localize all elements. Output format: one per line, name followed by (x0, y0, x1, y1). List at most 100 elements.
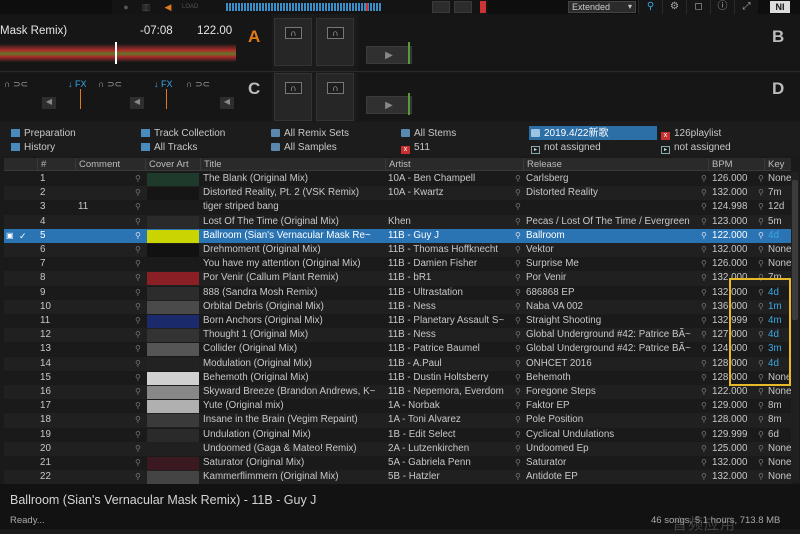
mail-icon[interactable] (432, 1, 450, 13)
magnifier-icon[interactable]: ⚲ (701, 428, 711, 442)
magnifier-icon[interactable]: ⚲ (515, 200, 525, 214)
load-icon[interactable]: LOAD (182, 2, 198, 12)
deck-c-loop-controls-right[interactable]: ∩ ⊃⊂ (186, 79, 210, 90)
magnifier-icon[interactable]: ⚲ (701, 385, 711, 399)
tree-item-history[interactable]: History (11, 141, 55, 154)
scrollbar-thumb[interactable] (792, 180, 798, 320)
magnifier-icon[interactable]: ⚲ (515, 470, 525, 484)
magnifier-icon[interactable]: ⚲ (135, 229, 145, 243)
magnifier-icon[interactable]: ⚲ (515, 413, 525, 427)
magnifier-icon[interactable]: ⚲ (758, 385, 768, 399)
table-row[interactable]: 7 ⚲ You have my attention (Original Mix) 11… (4, 257, 791, 272)
magnifier-icon[interactable]: ⚲ (758, 200, 768, 214)
deck-c-cue-button[interactable]: ∩ (274, 73, 312, 121)
tree-item-511[interactable]: x 511 (401, 141, 430, 154)
magnifier-icon[interactable]: ⚲ (701, 286, 711, 300)
deck-c-fader-1[interactable] (80, 89, 81, 109)
magnifier-icon[interactable]: ⚲ (701, 243, 711, 257)
magnifier-icon[interactable]: ⚲ (701, 271, 711, 285)
magnifier-icon[interactable]: ⚲ (701, 470, 711, 484)
table-row[interactable]: 21 ⚲ Saturator (Original Mix) 5A - Gabriela… (4, 456, 791, 470)
magnifier-icon[interactable]: ⚲ (701, 186, 711, 200)
deck-d-play-button[interactable]: ▶ (366, 96, 412, 114)
magnifier-icon[interactable]: ⚲ (701, 300, 711, 314)
magnifier-icon[interactable]: ⚲ (135, 470, 145, 484)
magnifier-icon[interactable]: ⚲ (135, 328, 145, 342)
magnifier-icon[interactable]: ⚲ (758, 257, 768, 271)
magnifier-icon[interactable]: ⚲ (758, 186, 768, 200)
display-icon[interactable]: ◻ (686, 0, 710, 14)
column-header-artist[interactable]: Artist (385, 158, 525, 171)
deck-c-fader-2[interactable] (166, 89, 167, 109)
magnifier-icon[interactable]: ⚲ (515, 456, 525, 470)
magnifier-icon[interactable]: ⚲ (515, 215, 525, 229)
magnifier-icon[interactable]: ⚲ (758, 456, 768, 470)
deck-a-cue-button[interactable]: ∩ (274, 18, 312, 66)
table-row[interactable]: 10 ⚲ Orbital Debris (Original Mix) 11B - Ne… (4, 299, 791, 314)
magnifier-icon[interactable]: ⚲ (701, 200, 711, 214)
volume-icon[interactable]: ◀ (162, 2, 174, 12)
magnifier-icon[interactable]: ⚲ (135, 257, 145, 271)
magnifier-icon[interactable]: ⚲ (515, 172, 525, 186)
magnifier-icon[interactable]: ⚲ (701, 257, 711, 271)
magnifier-icon[interactable]: ⚲ (515, 186, 525, 200)
magnifier-icon[interactable]: ⚲ (515, 357, 525, 371)
deck-c-mute-icon-3[interactable]: ◀ (220, 97, 234, 109)
deck-c-mute-icon[interactable]: ◀ (42, 97, 56, 109)
column-header-release[interactable]: Release (523, 158, 710, 171)
magnifier-icon[interactable]: ⚲ (515, 286, 525, 300)
track-table-scrollbar[interactable] (791, 172, 799, 482)
magnifier-icon[interactable]: ⚲ (701, 456, 711, 470)
table-row[interactable]: 1 ⚲ The Blank (Original Mix) 10A - Ben Cham… (4, 172, 791, 186)
magnifier-icon[interactable]: ⚲ (135, 271, 145, 285)
magnifier-icon[interactable]: ⚲ (515, 442, 525, 456)
record-icon[interactable]: ● (120, 2, 132, 12)
table-row[interactable]: 12 ⚲ Thought 1 (Original Mix) 11B - Ness ⚲ Gl… (4, 328, 791, 343)
table-row[interactable]: 17 ⚲ Yute (Original mix) 1A - Norbak ⚲ Faktor… (4, 399, 791, 414)
layout-select[interactable]: Extended ▾ (568, 1, 636, 13)
magnifier-icon[interactable]: ⚲ (135, 442, 145, 456)
magnifier-icon[interactable]: ⚲ (135, 200, 145, 214)
magnifier-icon[interactable]: ⚲ (515, 257, 525, 271)
magnifier-icon[interactable]: ⚲ (701, 328, 711, 342)
magnifier-icon[interactable]: ⚲ (515, 229, 525, 243)
magnifier-icon[interactable]: ⚲ (758, 428, 768, 442)
deck-c-loop-controls-left[interactable]: ∩ ⊃⊂ (4, 79, 28, 90)
magnifier-icon[interactable]: ⚲ (135, 300, 145, 314)
tree-item-not-assigned-1[interactable]: ▸ not assigned (531, 141, 601, 154)
table-row[interactable]: 2 ⚲ Distorted Reality, Pt. 2 (VSK Remix) 10… (4, 186, 791, 201)
magnifier-icon[interactable]: ⚲ (135, 399, 145, 413)
magnifier-icon[interactable]: ⚲ (701, 413, 711, 427)
magnifier-icon[interactable]: ⚲ (515, 342, 525, 356)
tree-item-not-assigned-2[interactable]: ▸ not assigned (661, 141, 731, 154)
magnifier-icon[interactable]: ⚲ (515, 371, 525, 385)
mixer-icon[interactable]: ▥ (140, 2, 152, 12)
magnifier-icon[interactable]: ⚲ (758, 172, 768, 186)
magnifier-icon[interactable]: ⚲ (135, 342, 145, 356)
magnifier-icon[interactable]: ⚲ (701, 215, 711, 229)
magnifier-icon[interactable]: ⚲ (135, 428, 145, 442)
table-row[interactable]: 6 ⚲ Drehmoment (Original Mix) 11B - Thomas … (4, 243, 791, 258)
table-row[interactable]: 3 11 ⚲ tiger striped bang ⚲ ⚲ 124.998 ⚲ 12d (4, 200, 791, 214)
tree-item-126playlist[interactable]: x 126playlist (661, 127, 721, 140)
magnifier-icon[interactable]: ⚲ (135, 371, 145, 385)
magnifier-icon[interactable]: ⚲ (515, 385, 525, 399)
magnifier-icon[interactable]: ⚲ (701, 371, 711, 385)
magnifier-icon[interactable]: ⚲ (515, 428, 525, 442)
magnifier-icon[interactable]: ⚲ (701, 314, 711, 328)
magnifier-icon[interactable]: ⚲ (135, 456, 145, 470)
tree-item-preparation[interactable]: Preparation (11, 127, 76, 140)
magnifier-icon[interactable]: ⚲ (701, 357, 711, 371)
magnifier-icon[interactable]: ⚲ (135, 243, 145, 257)
magnifier-icon[interactable]: ⚲ (515, 300, 525, 314)
magnifier-icon[interactable]: ⚲ (135, 413, 145, 427)
magnifier-icon[interactable]: ⚲ (701, 342, 711, 356)
magnifier-icon[interactable]: ⚲ (758, 413, 768, 427)
table-row[interactable]: ▣ ✓ 5 ⚲ Ballroom (Sian's Vernacular Mask Re~… (4, 228, 791, 243)
magnifier-icon[interactable]: ⚲ (758, 399, 768, 413)
deck-c-loop-controls-mid[interactable]: ∩ ⊃⊂ (98, 79, 122, 90)
deck-c-mute-icon-2[interactable]: ◀ (130, 97, 144, 109)
deck-b-play-button[interactable]: ▶ (366, 46, 412, 64)
column-header-cover-art[interactable]: Cover Art (145, 158, 201, 171)
magnifier-icon[interactable]: ⚲ (135, 357, 145, 371)
